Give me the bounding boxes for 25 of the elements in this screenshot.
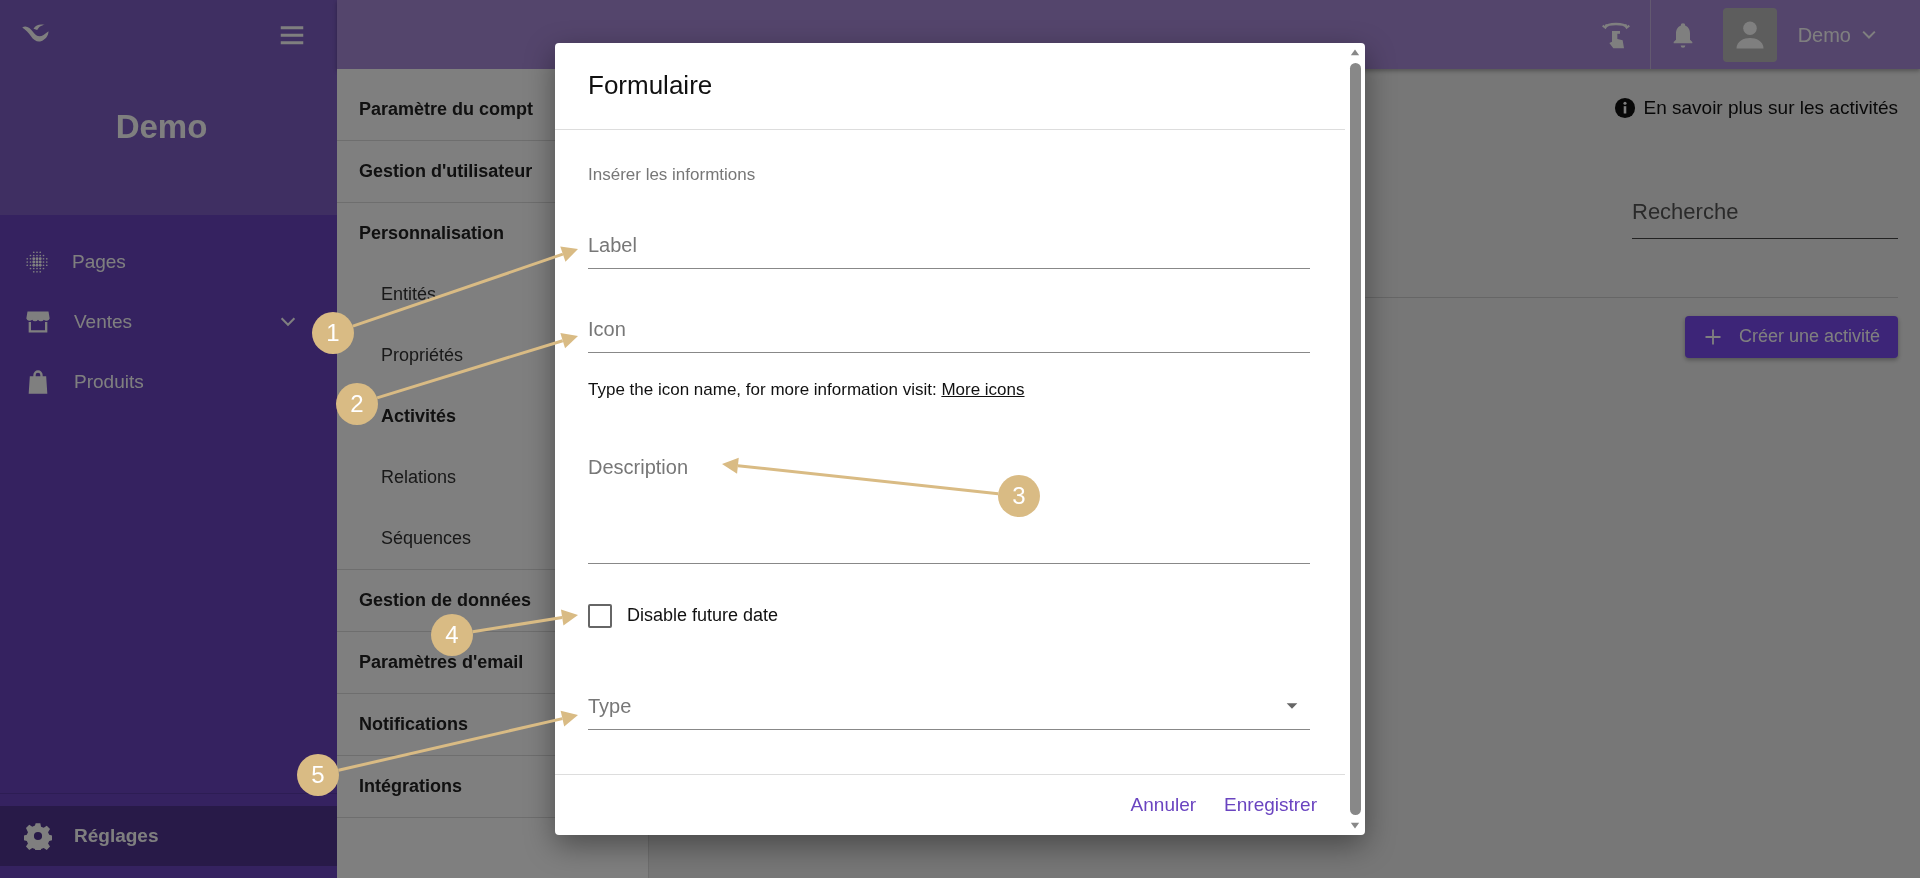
- sidebar-item[interactable]: Pages: [0, 232, 307, 292]
- sidebar-item[interactable]: Ventes: [0, 292, 307, 352]
- dialog-subtitle: Insérer les informtions: [588, 164, 757, 186]
- helper-text: Type the icon name, for more information visit: More icons: [588, 378, 1026, 401]
- scroll-up-icon: [1348, 47, 1362, 57]
- dots-grid-icon: [24, 249, 50, 275]
- more-icons-link[interactable]: More icons: [941, 379, 1025, 399]
- save-button[interactable]: Enregistrer: [1216, 786, 1325, 824]
- checkbox[interactable]: [588, 603, 612, 628]
- brand-name: Demo: [114, 107, 209, 147]
- text-field[interactable]: Icon: [588, 313, 1310, 353]
- sidebar-item[interactable]: Produits: [0, 352, 307, 412]
- checkbox-label: Disable future date: [627, 604, 779, 627]
- info-link[interactable]: En savoir plus sur les activités: [1613, 94, 1898, 123]
- user-avatar[interactable]: [1722, 7, 1777, 62]
- type-select[interactable]: Type: [588, 691, 1310, 730]
- cancel-button[interactable]: Annuler: [1122, 786, 1205, 824]
- create-button[interactable]: Créer une activité: [1684, 315, 1898, 358]
- settings-item[interactable]: Réglages: [0, 806, 337, 866]
- info-icon: [1613, 97, 1636, 120]
- text-field[interactable]: Label: [588, 229, 1310, 269]
- dialog-title: Formulaire: [588, 70, 713, 102]
- settings-icon: [24, 822, 52, 850]
- search-field[interactable]: Recherche: [1632, 190, 1898, 239]
- scroll-down-icon: [1348, 821, 1362, 831]
